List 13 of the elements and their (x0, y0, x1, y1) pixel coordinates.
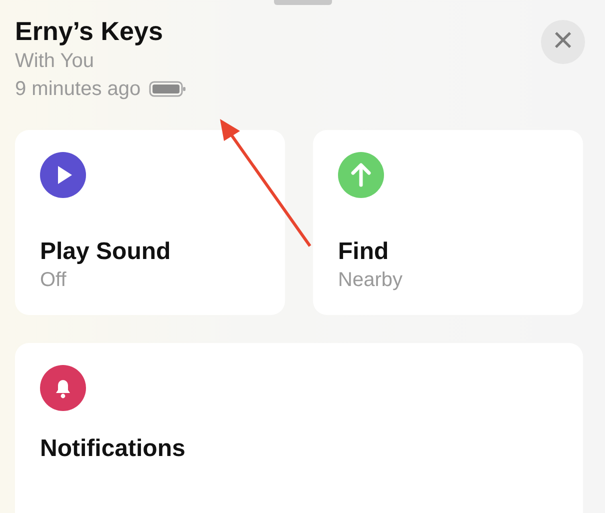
item-title: Erny’s Keys (15, 17, 164, 46)
notifications-card[interactable]: Notifications (15, 342, 583, 513)
action-title: Find (338, 238, 390, 267)
notifications-title: Notifications (40, 434, 186, 464)
action-card[interactable]: Play Sound Off (15, 130, 285, 315)
action-title: Play Sound (40, 238, 172, 267)
battery-icon (148, 80, 187, 98)
drag-handle[interactable] (274, 0, 332, 5)
action-card[interactable]: Find Nearby (313, 130, 583, 315)
action-subtitle: Off (40, 268, 68, 293)
action-subtitle: Nearby (338, 268, 404, 293)
status-text: With You (15, 48, 95, 74)
updated-time: 9 minutes ago (15, 76, 141, 102)
